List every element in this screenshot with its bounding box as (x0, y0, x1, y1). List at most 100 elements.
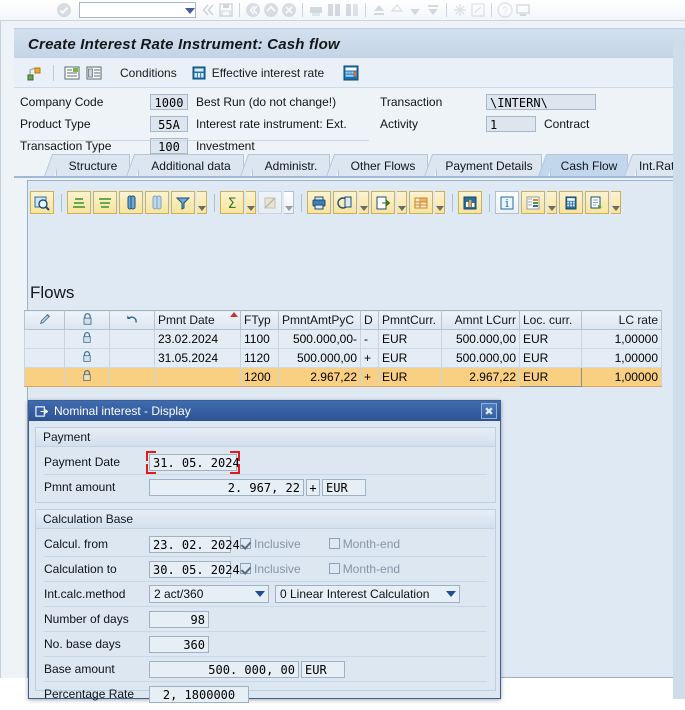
cell-amnt-lcurr[interactable]: 500.000,00 (442, 349, 520, 368)
cell-undo[interactable] (110, 368, 155, 387)
copy-document-icon[interactable] (585, 191, 609, 214)
first-page-icon[interactable] (371, 2, 387, 18)
sort-ascending-icon[interactable] (67, 191, 91, 214)
tab-structure[interactable]: Structure (56, 154, 130, 176)
transaction-input[interactable]: \INTERN\ (486, 94, 596, 110)
total-sum-icon[interactable]: Σ (220, 191, 244, 214)
command-dropdown-icon[interactable] (182, 2, 198, 18)
activity-input[interactable]: 1 (486, 116, 536, 132)
cell-edit[interactable] (25, 330, 65, 349)
effective-interest-rate-button[interactable]: Effective interest rate (189, 62, 327, 84)
tab-administr[interactable]: Administr. (252, 154, 330, 176)
confirm-check-icon[interactable] (56, 2, 72, 18)
cell-loc-curr[interactable]: EUR (520, 330, 582, 349)
customize-local-layout-icon[interactable] (515, 2, 531, 18)
cell-lock[interactable] (65, 368, 110, 387)
details-magnifier-icon[interactable] (30, 191, 54, 214)
pmnt-amount-currency[interactable]: EUR (322, 479, 366, 496)
product-type-input[interactable]: 55A (150, 116, 188, 132)
cell-pmnt-date[interactable] (155, 368, 241, 387)
subtotal-icon[interactable] (258, 191, 282, 214)
col-header-ftyp[interactable]: FTyp (241, 311, 279, 330)
cell-edit[interactable] (25, 368, 65, 387)
base-amount-currency[interactable]: EUR (301, 661, 345, 678)
payment-date-input[interactable]: 31. 05. 2024 (149, 454, 237, 471)
back-icon[interactable] (245, 2, 261, 18)
cell-ftyp[interactable]: 1200 (241, 368, 279, 387)
interest-calculation-select[interactable]: 0 Linear Interest Calculation (275, 585, 460, 603)
cell-pmnt-curr[interactable]: EUR (379, 368, 442, 387)
conditions-button[interactable]: Conditions (113, 62, 179, 84)
calculation-to-month-end-checkbox[interactable]: Month-end (329, 562, 400, 576)
col-header-undo[interactable] (110, 311, 155, 330)
detail-icon[interactable] (61, 62, 83, 84)
cell-d[interactable]: + (361, 349, 379, 368)
cell-lock[interactable] (65, 330, 110, 349)
layout-select-icon[interactable] (521, 191, 545, 214)
exit-up-icon[interactable] (263, 2, 279, 18)
cell-undo[interactable] (110, 349, 155, 368)
cell-amnt-lcurr[interactable]: 500.000,00 (442, 330, 520, 349)
calculation-to-input[interactable]: 30. 05. 2024 (149, 561, 231, 578)
close-icon[interactable]: ✖ (481, 403, 497, 419)
col-header-edit[interactable] (25, 311, 65, 330)
no-base-days-input[interactable]: 360 (149, 636, 209, 653)
table-row[interactable]: 31.05.2024 1120 500.000,00 + EUR 500.000… (25, 349, 662, 368)
layout-select-dropdown-icon[interactable] (547, 191, 557, 214)
export-dropdown-icon[interactable] (397, 191, 407, 214)
pmnt-amount-input[interactable]: 2. 967, 22 (149, 479, 304, 496)
tab-other-flows[interactable]: Other Flows (338, 154, 428, 176)
int-calc-method-select[interactable]: 2 act/360 (149, 585, 269, 603)
cell-loc-curr[interactable]: EUR (520, 349, 582, 368)
base-amount-input[interactable]: 500. 000, 00 (149, 661, 299, 678)
col-header-pmntcurr[interactable]: PmntCurr. (379, 311, 442, 330)
new-session-icon[interactable] (452, 2, 468, 18)
calculation-to-inclusive-checkbox[interactable]: Inclusive (240, 562, 301, 576)
structure-icon[interactable] (24, 62, 46, 84)
sort-descending-icon[interactable] (93, 191, 117, 214)
cell-lock[interactable] (65, 349, 110, 368)
print-preview-icon[interactable] (333, 191, 357, 214)
cell-d[interactable]: + (361, 368, 379, 387)
print-icon[interactable] (308, 2, 324, 18)
col-header-d[interactable]: D (361, 311, 379, 330)
tab-cash-flow[interactable]: Cash Flow (550, 154, 628, 176)
copy-document-dropdown-icon[interactable] (611, 191, 621, 214)
cell-undo[interactable] (110, 330, 155, 349)
create-shortcut-icon[interactable] (470, 2, 486, 18)
back-chevrons-icon[interactable] (200, 2, 216, 18)
export-icon[interactable] (371, 191, 395, 214)
calcul-from-input[interactable]: 23. 02. 2024 (149, 536, 231, 553)
company-code-input[interactable]: 1000 (150, 94, 188, 110)
cell-edit[interactable] (25, 349, 65, 368)
calcul-from-month-end-checkbox[interactable]: Month-end (329, 537, 400, 551)
table-row[interactable]: 23.02.2024 1100 500.000,00- - EUR 500.00… (25, 330, 662, 349)
cell-ftyp[interactable]: 1120 (241, 349, 279, 368)
filter-icon[interactable] (171, 191, 195, 214)
col-header-loc-curr[interactable]: Loc. curr. (520, 311, 582, 330)
calcul-from-inclusive-checkbox[interactable]: Inclusive (240, 537, 301, 551)
cell-loc-curr[interactable]: EUR (520, 368, 582, 387)
number-of-days-input[interactable]: 98 (149, 611, 209, 628)
col-header-amnt-lcurr[interactable]: Amnt LCurr (442, 311, 520, 330)
cell-pmnt-amt-pyc[interactable]: 2.967,22 (279, 368, 361, 387)
col-header-lc-rate[interactable]: LC rate (582, 311, 662, 330)
help-icon[interactable]: ? (497, 2, 513, 18)
chevron-down-icon[interactable] (442, 586, 459, 602)
cancel-icon[interactable] (281, 2, 297, 18)
print-preview-dropdown-icon[interactable] (359, 191, 369, 214)
cell-pmnt-amt-pyc[interactable]: 500.000,00- (279, 330, 361, 349)
cell-ftyp[interactable]: 1100 (241, 330, 279, 349)
next-page-icon[interactable] (407, 2, 423, 18)
cell-lc-rate[interactable]: 1,00000 (582, 349, 662, 368)
graphic-chart-icon[interactable] (458, 191, 482, 214)
cell-d[interactable]: - (361, 330, 379, 349)
cell-lc-rate[interactable]: 1,00000 (582, 368, 662, 387)
spreadsheet-dropdown-icon[interactable] (435, 191, 445, 214)
cell-pmnt-amt-pyc[interactable]: 500.000,00 (279, 349, 361, 368)
cell-pmnt-date[interactable]: 23.02.2024 (155, 330, 241, 349)
subtotal-dropdown-icon[interactable] (284, 191, 294, 214)
find-icon[interactable] (326, 2, 342, 18)
cell-amnt-lcurr[interactable]: 2.967,22 (442, 368, 520, 387)
col-header-pmntamtpyc[interactable]: PmntAmtPyC (279, 311, 361, 330)
